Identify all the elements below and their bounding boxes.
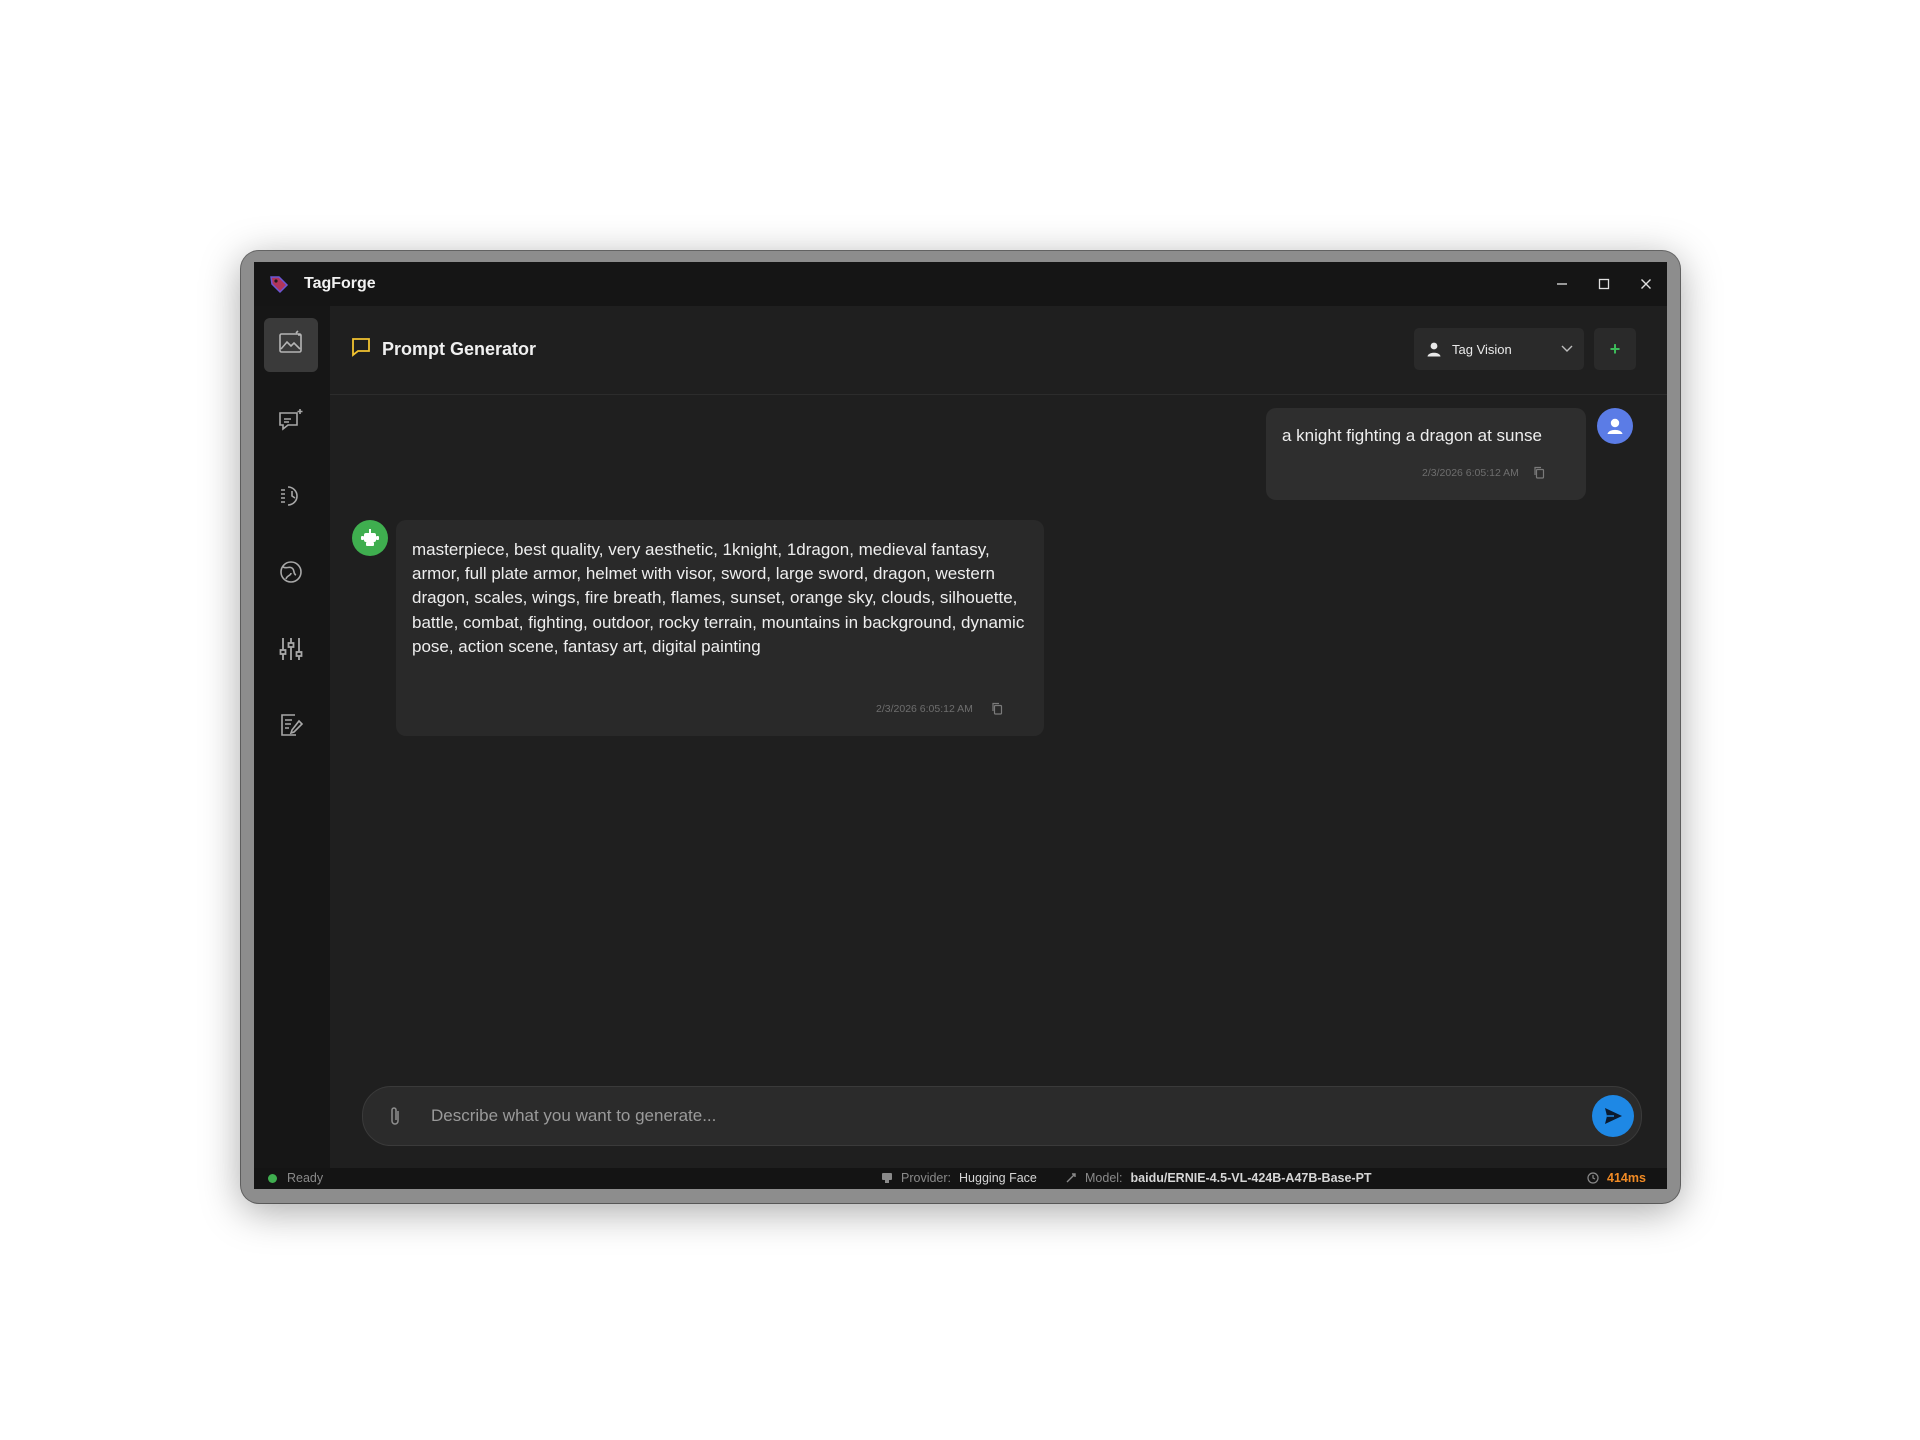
globe-icon	[277, 558, 305, 591]
sidebar-item-image[interactable]	[264, 318, 318, 372]
status-model: Model: baidu/ERNIE-4.5-VL-424B-A47B-Base…	[1065, 1171, 1372, 1185]
copy-icon[interactable]	[991, 702, 1003, 715]
chevron-down-icon	[1560, 341, 1574, 360]
status-text: Ready	[287, 1171, 324, 1185]
assistant-avatar	[352, 520, 388, 556]
status-ready: Ready	[268, 1171, 323, 1185]
sidebar	[254, 306, 330, 1168]
message-composer	[362, 1086, 1642, 1146]
maximize-icon[interactable]	[1583, 262, 1625, 306]
chat-bubble-icon	[350, 336, 372, 363]
paperclip-icon[interactable]	[383, 1103, 407, 1129]
user-icon	[1426, 341, 1442, 357]
tag-logo-icon	[268, 273, 290, 295]
minimize-icon[interactable]	[1541, 262, 1583, 306]
assistant-message-timestamp: 2/3/2026 6:05:12 AM	[876, 702, 973, 715]
persona-dropdown[interactable]: Tag Vision	[1414, 328, 1584, 370]
copy-icon[interactable]	[1533, 466, 1545, 479]
page-title: Prompt Generator	[382, 339, 537, 359]
persona-label: Tag Vision	[1452, 341, 1512, 357]
sidebar-item-chat[interactable]	[264, 394, 318, 448]
image-icon	[277, 329, 305, 362]
app-title: TagForge	[304, 275, 376, 292]
user-message: a knight fighting a dragon at sunse 2/3/…	[1266, 408, 1586, 500]
send-icon	[1605, 1108, 1622, 1124]
user-message-timestamp: 2/3/2026 6:05:12 AM	[1422, 466, 1519, 479]
window-controls	[1541, 262, 1667, 306]
model-label: Model:	[1085, 1171, 1123, 1185]
history-icon	[277, 482, 305, 515]
latency-value: 414ms	[1607, 1171, 1646, 1185]
user-avatar	[1597, 408, 1633, 444]
status-dot-icon	[268, 1173, 277, 1183]
clock-icon	[1587, 1172, 1599, 1184]
provider-label: Provider:	[901, 1171, 952, 1185]
send-button[interactable]	[1592, 1095, 1634, 1137]
robot-icon	[361, 529, 379, 546]
status-provider: Provider: Hugging Face	[881, 1171, 1037, 1185]
add-button[interactable]: +	[1594, 328, 1636, 370]
prompt-input[interactable]	[429, 1095, 1553, 1137]
title-bar[interactable]: TagForge	[254, 262, 1667, 306]
chat-sparkle-icon	[277, 405, 305, 438]
sidebar-item-globe[interactable]	[264, 547, 318, 601]
user-avatar-icon	[1607, 418, 1623, 434]
sidebar-item-notes[interactable]	[264, 700, 318, 754]
assistant-message-meta: 2/3/2026 6:05:12 AM	[876, 702, 1003, 715]
notes-edit-icon	[277, 711, 305, 744]
app-window: TagForge Prompt Generator Tag Vision + a…	[254, 262, 1667, 1189]
user-message-meta: 2/3/2026 6:05:12 AM	[1422, 466, 1545, 479]
assistant-message: masterpiece, best quality, very aestheti…	[396, 520, 1044, 736]
header-title-group: Prompt Generator	[350, 336, 536, 363]
close-icon[interactable]	[1625, 262, 1667, 306]
main-panel: Prompt Generator Tag Vision + a knight f…	[330, 306, 1667, 1168]
assistant-message-text: masterpiece, best quality, very aestheti…	[412, 540, 1025, 656]
sidebar-item-settings[interactable]	[264, 624, 318, 678]
model-value: baidu/ERNIE-4.5-VL-424B-A47B-Base-PT	[1130, 1171, 1372, 1185]
sidebar-item-history[interactable]	[264, 471, 318, 525]
provider-icon	[881, 1172, 893, 1184]
status-latency: 414ms	[1587, 1171, 1646, 1185]
user-message-text: a knight fighting a dragon at sunse	[1282, 426, 1542, 445]
header: Prompt Generator Tag Vision +	[330, 306, 1667, 395]
provider-value: Hugging Face	[959, 1171, 1037, 1185]
model-icon	[1065, 1172, 1077, 1184]
status-bar: Ready Provider: Hugging Face Model: baid…	[254, 1168, 1667, 1189]
sliders-icon	[277, 635, 305, 668]
